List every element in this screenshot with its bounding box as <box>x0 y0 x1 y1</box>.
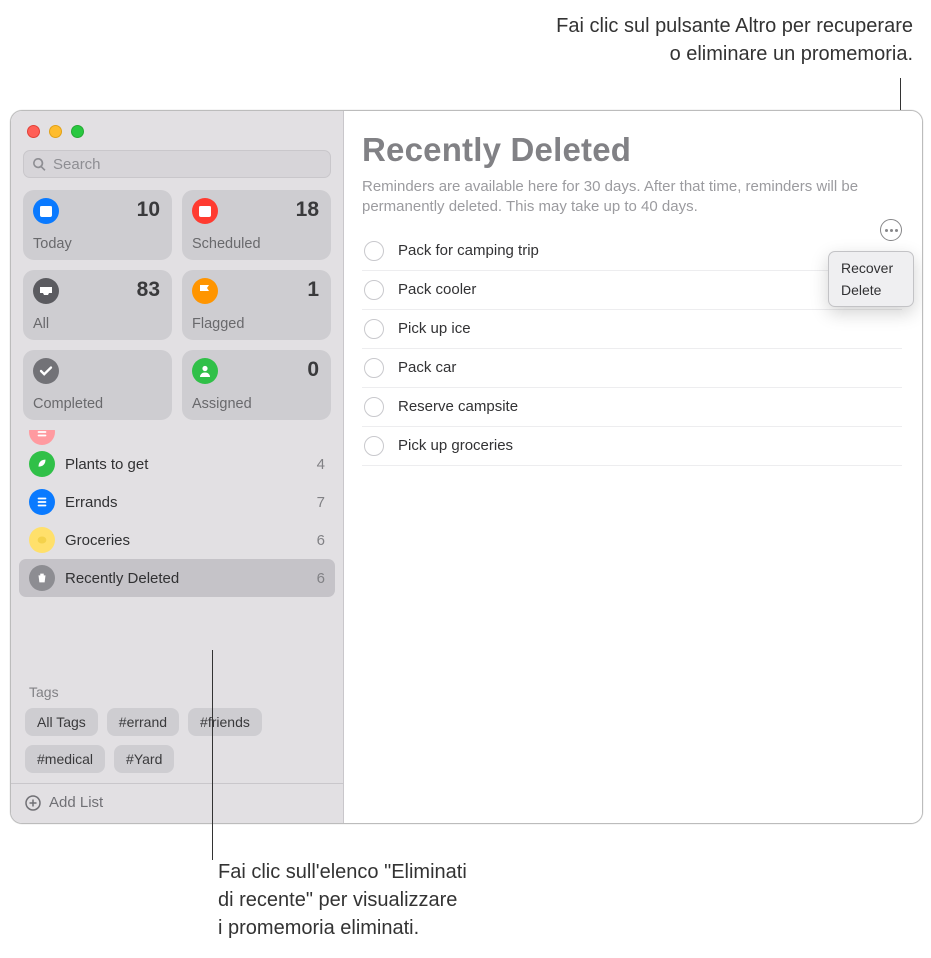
completion-circle[interactable] <box>364 436 384 456</box>
reminder-row[interactable]: Reserve campsite <box>362 388 902 427</box>
smart-lists-grid: 10 Today 18 Scheduled 83 All 1 Flagged Completed… <box>11 190 343 430</box>
list-row-truncated[interactable] <box>19 430 335 445</box>
my-lists: Plants to get4Errands7Groceries6Recently… <box>11 430 343 672</box>
search-input[interactable]: Search <box>23 150 331 178</box>
smart-name: All <box>33 316 160 332</box>
smart-name: Today <box>33 236 160 252</box>
smart-name: Flagged <box>192 316 319 332</box>
tags-container: All Tags #errand #friends #medical #Yard <box>11 708 343 783</box>
search-placeholder: Search <box>53 156 101 173</box>
reminder-title: Pick up ice <box>398 320 471 337</box>
callout-bottom-text: Fai clic sull'elenco "Eliminati di recen… <box>218 858 467 942</box>
page-title: Recently Deleted <box>362 131 902 169</box>
trash-icon <box>29 565 55 591</box>
list-count: 6 <box>317 570 325 587</box>
list-count: 7 <box>317 494 325 511</box>
main-content: Recently Deleted Reminders are available… <box>344 111 922 823</box>
tag-medical[interactable]: #medical <box>25 745 105 773</box>
list-row-plants-to-get[interactable]: Plants to get 4 <box>19 445 335 483</box>
calendar-icon <box>33 198 59 224</box>
reminder-title: Reserve campsite <box>398 398 518 415</box>
reminder-row[interactable]: Pack for camping trip <box>362 232 902 271</box>
list-icon <box>29 430 55 445</box>
list-name: Groceries <box>65 532 130 549</box>
calendar-icon <box>192 198 218 224</box>
smart-list-today[interactable]: 10 Today <box>23 190 172 260</box>
smart-list-all[interactable]: 83 All <box>23 270 172 340</box>
page-description: Reminders are available here for 30 days… <box>362 177 902 218</box>
smart-name: Completed <box>33 396 160 412</box>
sidebar: Search 10 Today 18 Scheduled 83 All 1 Flagged Co… <box>11 111 344 823</box>
smart-list-assigned[interactable]: 0 Assigned <box>182 350 331 420</box>
completion-circle[interactable] <box>364 358 384 378</box>
more-button[interactable] <box>880 219 902 241</box>
tag-errand[interactable]: #errand <box>107 708 179 736</box>
completion-circle[interactable] <box>364 280 384 300</box>
recover-menu-item[interactable]: Recover <box>829 257 913 279</box>
reminder-row[interactable]: Pack car <box>362 349 902 388</box>
callout-bottom-line <box>212 650 213 860</box>
plus-circle-icon <box>25 795 41 811</box>
more-popover: Recover Delete <box>828 251 914 307</box>
zoom-window-button[interactable] <box>71 125 84 138</box>
smart-count: 0 <box>307 358 319 382</box>
smart-count: 18 <box>296 198 319 222</box>
add-list-label: Add List <box>49 794 103 811</box>
list-row-groceries[interactable]: Groceries 6 <box>19 521 335 559</box>
list-count: 6 <box>317 532 325 549</box>
check-icon <box>33 358 59 384</box>
tag-yard[interactable]: #Yard <box>114 745 174 773</box>
smart-name: Scheduled <box>192 236 319 252</box>
delete-menu-item[interactable]: Delete <box>829 279 913 301</box>
smart-list-flagged[interactable]: 1 Flagged <box>182 270 331 340</box>
tray-icon <box>33 278 59 304</box>
smart-name: Assigned <box>192 396 319 412</box>
smart-list-scheduled[interactable]: 18 Scheduled <box>182 190 331 260</box>
reminder-title: Pack car <box>398 359 456 376</box>
tag-friends[interactable]: #friends <box>188 708 262 736</box>
add-list-button[interactable]: Add List <box>11 783 343 823</box>
smart-list-completed[interactable]: Completed <box>23 350 172 420</box>
completion-circle[interactable] <box>364 241 384 261</box>
flag-icon <box>192 278 218 304</box>
reminder-row[interactable]: Pick up ice <box>362 310 902 349</box>
callout-top-text: Fai clic sul pulsante Altro per recupera… <box>556 12 913 68</box>
list-icon <box>29 489 55 515</box>
close-window-button[interactable] <box>27 125 40 138</box>
completion-circle[interactable] <box>364 397 384 417</box>
list-name: Errands <box>65 494 118 511</box>
reminder-title: Pack for camping trip <box>398 242 539 259</box>
list-row-errands[interactable]: Errands 7 <box>19 483 335 521</box>
completion-circle[interactable] <box>364 319 384 339</box>
window-controls <box>11 111 343 144</box>
lemon-icon <box>29 527 55 553</box>
list-name: Plants to get <box>65 456 148 473</box>
person-icon <box>192 358 218 384</box>
reminder-row[interactable]: Pack cooler <box>362 271 902 310</box>
smart-count: 83 <box>137 278 160 302</box>
smart-count: 1 <box>307 278 319 302</box>
list-count: 4 <box>317 456 325 473</box>
tag-all tags[interactable]: All Tags <box>25 708 98 736</box>
search-icon <box>32 157 47 172</box>
list-name: Recently Deleted <box>65 570 179 587</box>
minimize-window-button[interactable] <box>49 125 62 138</box>
reminder-row[interactable]: Pick up groceries <box>362 427 902 466</box>
smart-count: 10 <box>137 198 160 222</box>
reminder-title: Pick up groceries <box>398 437 513 454</box>
leaf-icon <box>29 451 55 477</box>
list-row-recently-deleted[interactable]: Recently Deleted 6 <box>19 559 335 597</box>
reminder-title: Pack cooler <box>398 281 476 298</box>
reminder-list: Pack for camping trip Pack cooler Pick up … <box>362 232 902 466</box>
app-window: Search 10 Today 18 Scheduled 83 All 1 Flagged Co… <box>10 110 923 824</box>
tags-header: Tags <box>11 672 343 708</box>
